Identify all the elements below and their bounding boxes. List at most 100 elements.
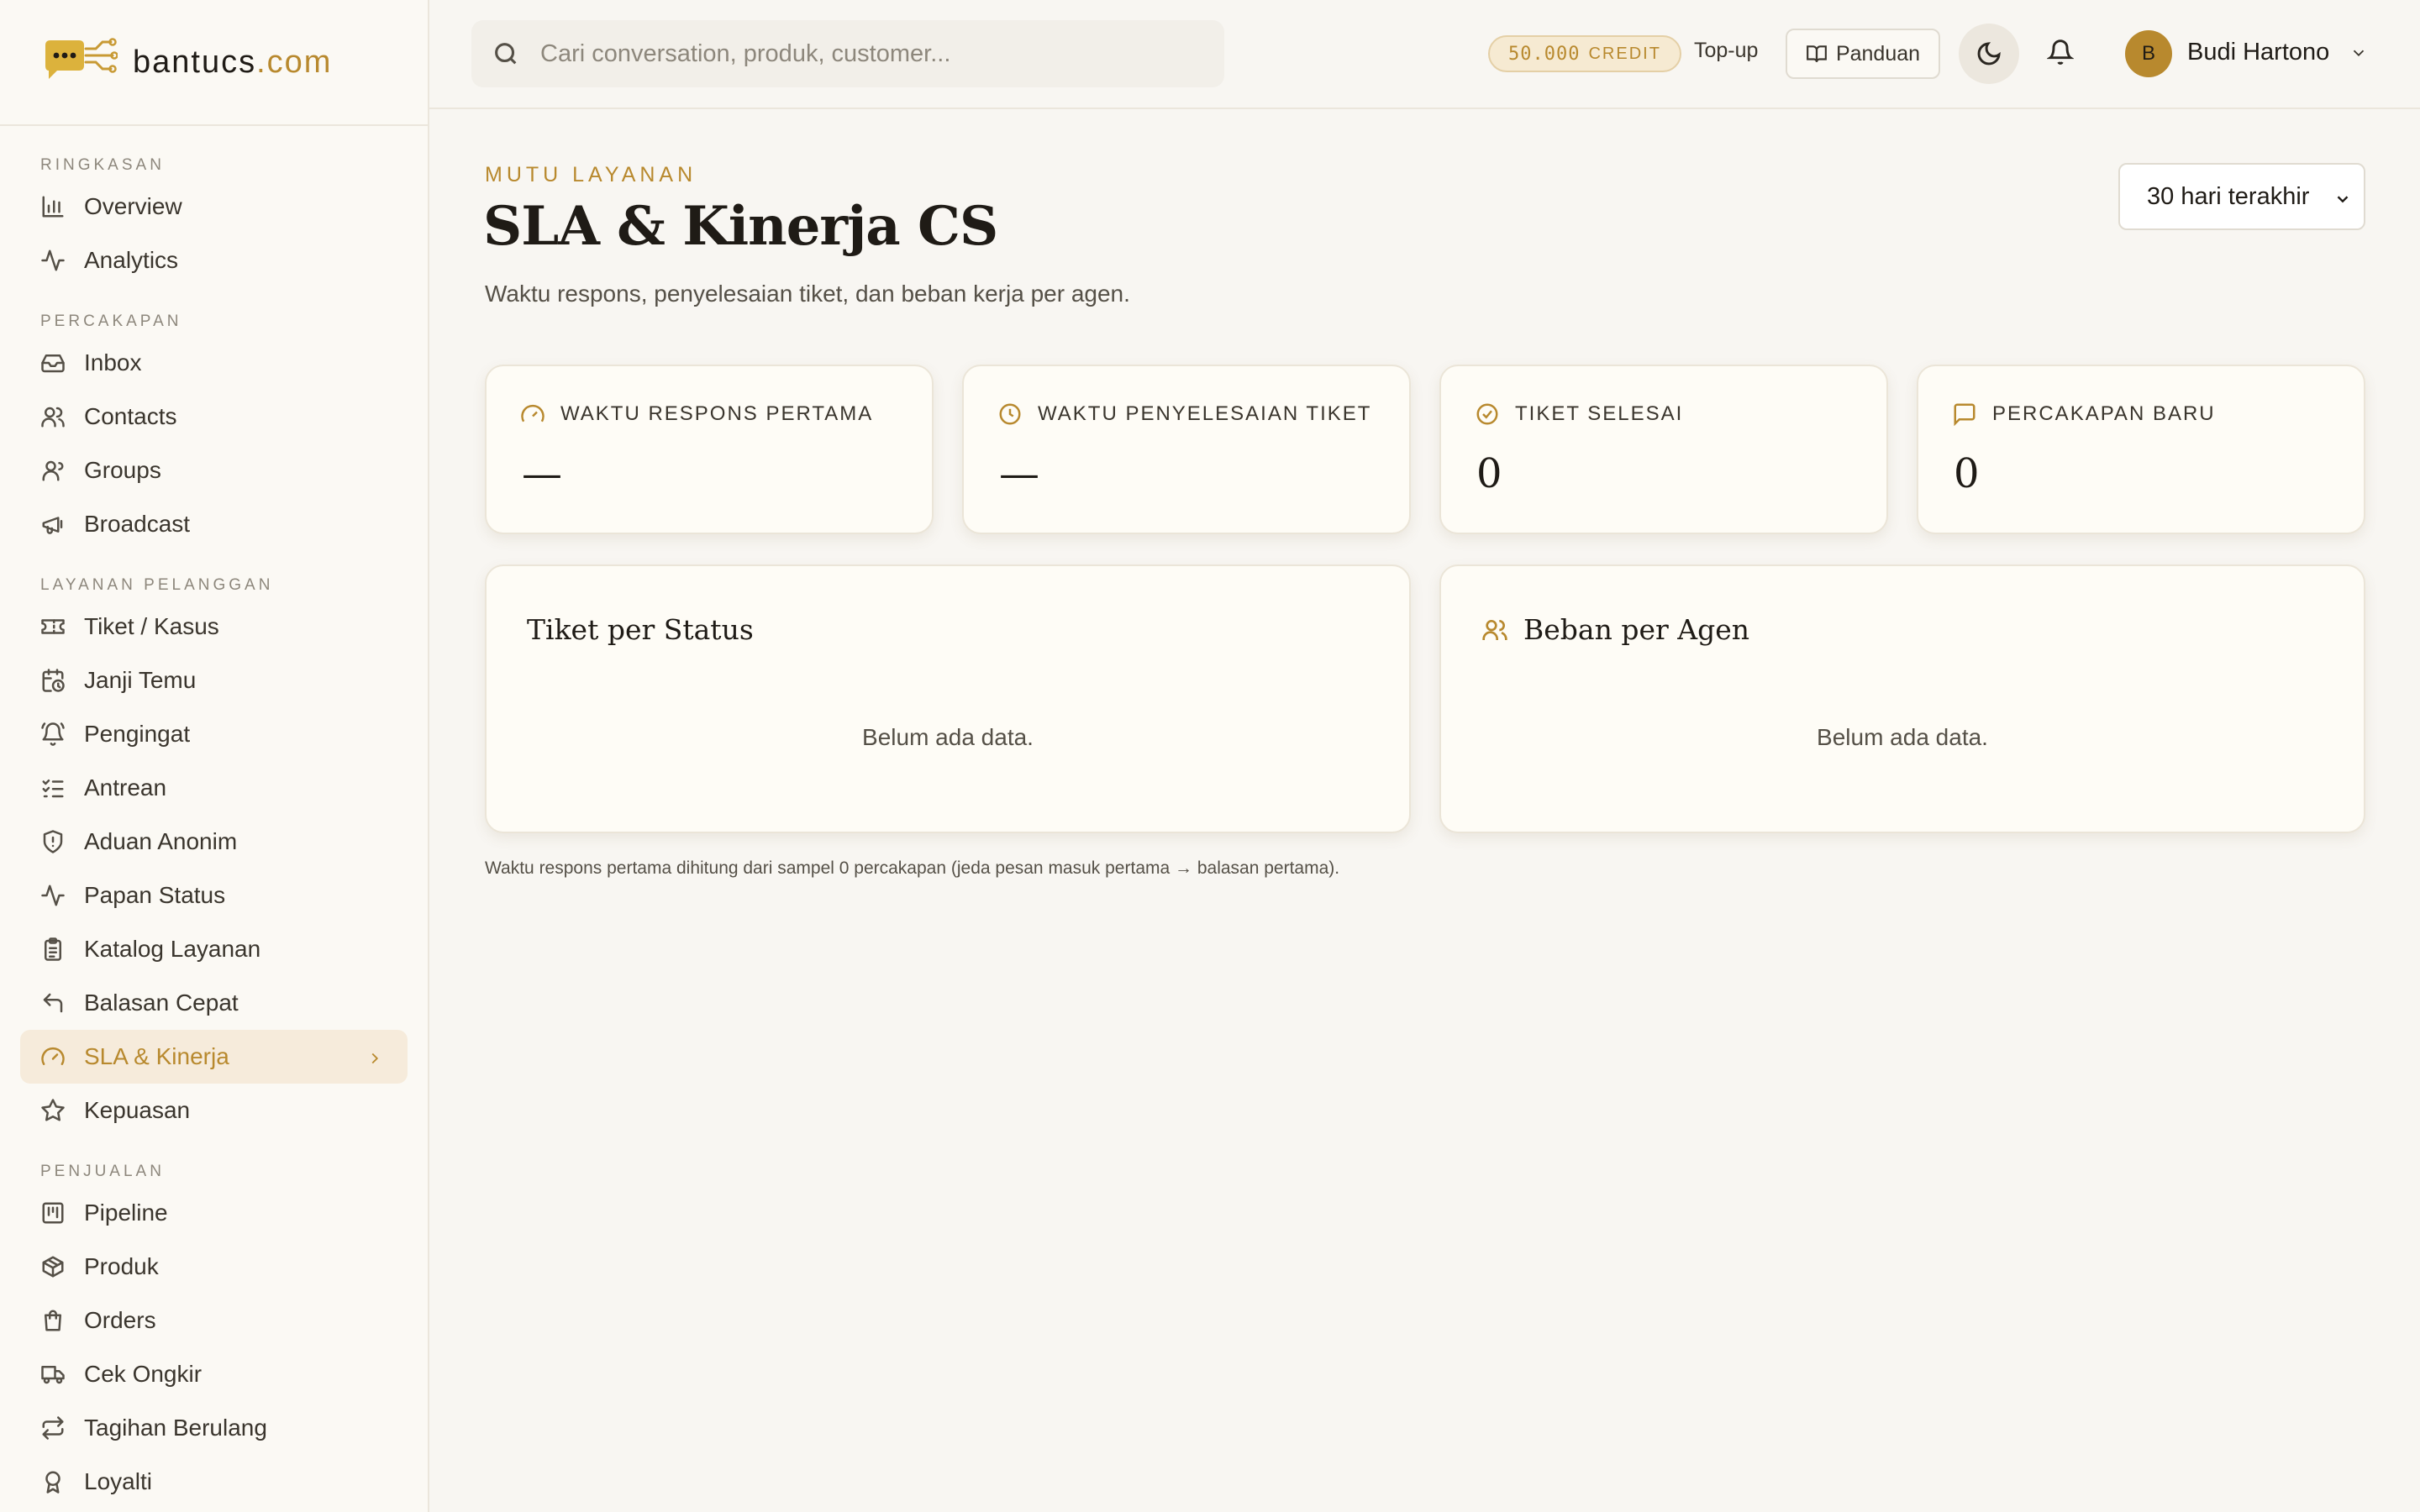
sidebar-item-papan-status[interactable]: Papan Status [20,869,408,922]
sidebar-item-label: Balasan Cepat [84,990,239,1016]
panduan-button[interactable]: Panduan [1786,29,1940,79]
gauge-icon [521,404,544,423]
users-icon [1482,619,1507,640]
notifications-button[interactable] [2046,39,2077,69]
empty-state: Belum ada data. [862,724,1034,750]
sidebar-item-label: Kepuasan [84,1097,191,1123]
sidebar-item-label: Loyalti [84,1468,152,1494]
sidebar-item-label: Janji Temu [84,667,197,693]
avatar[interactable]: B [2125,30,2172,77]
brand[interactable]: bantucs.com [0,0,428,126]
chart-bar-icon [40,194,66,219]
sidebar-item-label: Pengingat [84,721,191,747]
sidebar-item-cek-ongkir[interactable]: Cek Ongkir [20,1347,408,1401]
truck-icon [40,1362,66,1387]
repeat-icon [40,1415,66,1441]
page-title: SLA & Kinerja CS [483,195,998,258]
activity-icon [40,883,66,908]
sidebar-item-overview[interactable]: Overview [20,180,408,234]
shield-icon [40,829,66,854]
topbar: 50.000 CREDIT Top-up Panduan B Budi Hart… [429,0,2420,109]
theme-toggle-button[interactable] [1959,24,2019,84]
page-subtitle: Waktu respons, penyelesaian tiket, dan b… [485,281,1130,307]
sidebar-item-tiket-kasus[interactable]: Tiket / Kasus [20,600,408,654]
panel-tickets-by-status: Tiket per Status Belum ada data. [485,564,1411,833]
search-input[interactable] [540,39,1213,68]
sidebar: bantucs.com RINGKASAN Overview Analytics… [0,0,429,1512]
sidebar-item-balasan-cepat[interactable]: Balasan Cepat [20,976,408,1030]
nav-section-title: RINGKASAN [40,156,165,174]
nav-section-title: PERCAKAPAN [40,312,182,330]
clock-icon [999,403,1021,425]
chevron-down-icon[interactable] [2349,44,2368,62]
sidebar-item-contacts[interactable]: Contacts [20,390,408,444]
nav-section-title: PENJUALAN [40,1163,165,1180]
footnote: Waktu respons pertama dihitung dari samp… [485,858,1340,878]
brand-name: bantucs.com [133,44,333,80]
sidebar-item-groups[interactable]: Groups [20,444,408,497]
package-icon [40,1254,66,1279]
sidebar-item-broadcast[interactable]: Broadcast [20,497,408,551]
stat-value: — [999,450,1039,497]
bell-icon [2046,39,2075,65]
stat-label: TIKET SELESAI [1515,402,1684,425]
sidebar-item-label: Aduan Anonim [84,828,238,854]
credit-label: CREDIT [1588,44,1661,63]
sidebar-item-label: Produk [84,1253,159,1279]
sidebar-item-tagihan-berulang[interactable]: Tagihan Berulang [20,1401,408,1455]
shopping-bag-icon [40,1308,66,1333]
sidebar-item-label: Cek Ongkir [84,1361,203,1387]
sidebar-item-label: Contacts [84,403,177,429]
sidebar-item-kepuasan[interactable]: Kepuasan [20,1084,408,1137]
award-icon [40,1469,66,1494]
sidebar-item-label: Pipeline [84,1200,168,1226]
topup-link[interactable]: Top-up [1694,39,1758,63]
date-range-select[interactable]: 30 hari terakhir [2118,163,2365,230]
page-eyebrow: MUTU LAYANAN [485,163,697,186]
sidebar-item-pengingat[interactable]: Pengingat [20,707,408,761]
nav-section-title: LAYANAN PELANGGAN [40,576,274,594]
sidebar-item-loyalti[interactable]: Loyalti [20,1455,408,1509]
panel-agent-load: Beban per Agen Belum ada data. [1439,564,2365,833]
kanban-icon [40,1200,66,1226]
search-icon [495,43,517,65]
sidebar-item-sla-kinerja[interactable]: SLA & Kinerja [20,1030,408,1084]
bell-ring-icon [40,722,66,747]
sidebar-item-pipeline[interactable]: Pipeline [20,1186,408,1240]
megaphone-icon [40,512,66,537]
sidebar-item-analytics[interactable]: Analytics [20,234,408,287]
users-icon [40,404,66,429]
chevron-down-icon [2337,196,2349,203]
credit-badge: 50.000 CREDIT [1488,35,1681,72]
ticket-icon [40,614,66,639]
stat-card-first-response: WAKTU RESPONS PERTAMA — [485,365,934,534]
sidebar-item-janji-temu[interactable]: Janji Temu [20,654,408,707]
stat-card-resolution-time: WAKTU PENYELESAIAN TIKET — [962,365,1411,534]
sidebar-item-label: Groups [84,457,161,483]
sidebar-item-label: Tagihan Berulang [84,1415,267,1441]
sidebar-item-label: Orders [84,1307,156,1333]
search-bar[interactable] [471,20,1224,87]
gauge-icon [40,1044,66,1069]
stat-value: 0 [1954,450,1980,497]
sidebar-item-label: Tiket / Kasus [84,613,219,639]
stat-label: WAKTU PENYELESAIAN TIKET [1038,402,1372,425]
sidebar-item-produk[interactable]: Produk [20,1240,408,1294]
sidebar-item-inbox[interactable]: Inbox [20,336,408,390]
inbox-icon [40,350,66,375]
message-square-icon [1954,403,1975,427]
bantucs-logo-icon [45,38,118,79]
star-icon [40,1098,66,1123]
sidebar-item-aduan-anonim[interactable]: Aduan Anonim [20,815,408,869]
empty-state: Belum ada data. [1817,724,1988,750]
stat-label: PERCAKAPAN BARU [1992,402,2216,425]
stat-value: 0 [1476,450,1502,497]
sidebar-item-label: SLA & Kinerja [84,1043,229,1069]
sidebar-item-katalog-layanan[interactable]: Katalog Layanan [20,922,408,976]
user-name[interactable]: Budi Hartono [2187,39,2329,66]
sidebar-item-label: Inbox [84,349,142,375]
sidebar-item-antrean[interactable]: Antrean [20,761,408,815]
sidebar-item-orders[interactable]: Orders [20,1294,408,1347]
reply-icon [40,990,66,1016]
user-group-icon [40,458,66,483]
